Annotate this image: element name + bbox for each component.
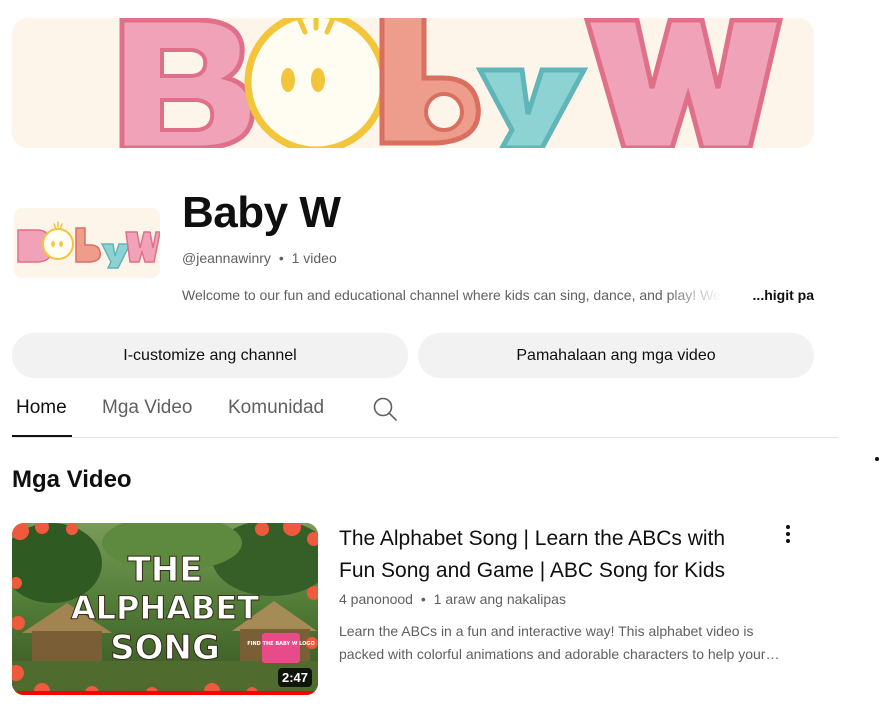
avatar-logo	[17, 221, 160, 269]
more-options-icon[interactable]	[776, 522, 800, 546]
stats-separator: •	[420, 591, 426, 607]
tab-videos[interactable]: Mga Video	[102, 397, 193, 419]
channel-description-text: Welcome to our fun and educational chann…	[182, 287, 721, 303]
thumbnail-badge	[262, 633, 300, 663]
banner-logo	[119, 18, 784, 148]
video-title[interactable]: The Alphabet Song | Learn the ABCs with …	[339, 523, 759, 587]
section-title: Mga Video	[12, 466, 132, 493]
video-description-line2: packed with colorful animations and ador…	[339, 646, 780, 662]
manage-videos-button[interactable]: Pamahalaan ang mga video	[418, 333, 814, 378]
tab-home[interactable]: Home	[16, 397, 67, 419]
video-thumbnail[interactable]: THE ALPHABET SONG FIND THE BABY W LOGO 2…	[12, 523, 318, 695]
video-description-line1: Learn the ABCs in a fun and interactive …	[339, 623, 754, 639]
thumbnail-title-line3: SONG	[110, 628, 220, 668]
more-dot	[786, 539, 790, 543]
tab-community[interactable]: Komunidad	[228, 397, 324, 419]
video-description: Learn the ABCs in a fun and interactive …	[339, 620, 814, 666]
decorative-dot	[875, 457, 879, 461]
channel-video-count: 1 video	[291, 250, 337, 266]
more-dot	[786, 532, 790, 536]
thumbnail-title-line1: THE	[128, 550, 203, 590]
channel-meta: @jeannawinry • 1 video	[182, 250, 337, 266]
more-dot	[786, 525, 790, 529]
video-stats: 4 panonood • 1 araw ang nakalipas	[339, 591, 566, 607]
channel-name: Baby W	[182, 188, 341, 237]
channel-description[interactable]: Welcome to our fun and educational chann…	[182, 287, 814, 303]
video-duration: 2:47	[277, 668, 312, 687]
channel-handle: @jeannawinry	[182, 250, 271, 266]
customize-channel-button[interactable]: I-customize ang channel	[12, 333, 408, 378]
search-icon[interactable]	[372, 396, 398, 422]
video-age: 1 araw ang nakalipas	[433, 591, 566, 607]
video-views: 4 panonood	[339, 591, 413, 607]
channel-avatar[interactable]	[14, 208, 160, 278]
thumbnail-badge-text: FIND THE BABY W LOGO	[247, 641, 315, 647]
description-more-link[interactable]: ...higit pa	[750, 287, 814, 303]
thumbnail-image: THE ALPHABET SONG FIND THE BABY W LOGO	[12, 523, 318, 695]
watch-progress-bar	[12, 691, 318, 695]
channel-banner	[12, 18, 814, 148]
meta-separator: •	[278, 250, 284, 266]
active-tab-indicator	[12, 435, 72, 437]
channel-tabs: Home Mga Video Komunidad	[12, 385, 838, 438]
thumbnail-title-line2: ALPHABET	[71, 589, 259, 627]
